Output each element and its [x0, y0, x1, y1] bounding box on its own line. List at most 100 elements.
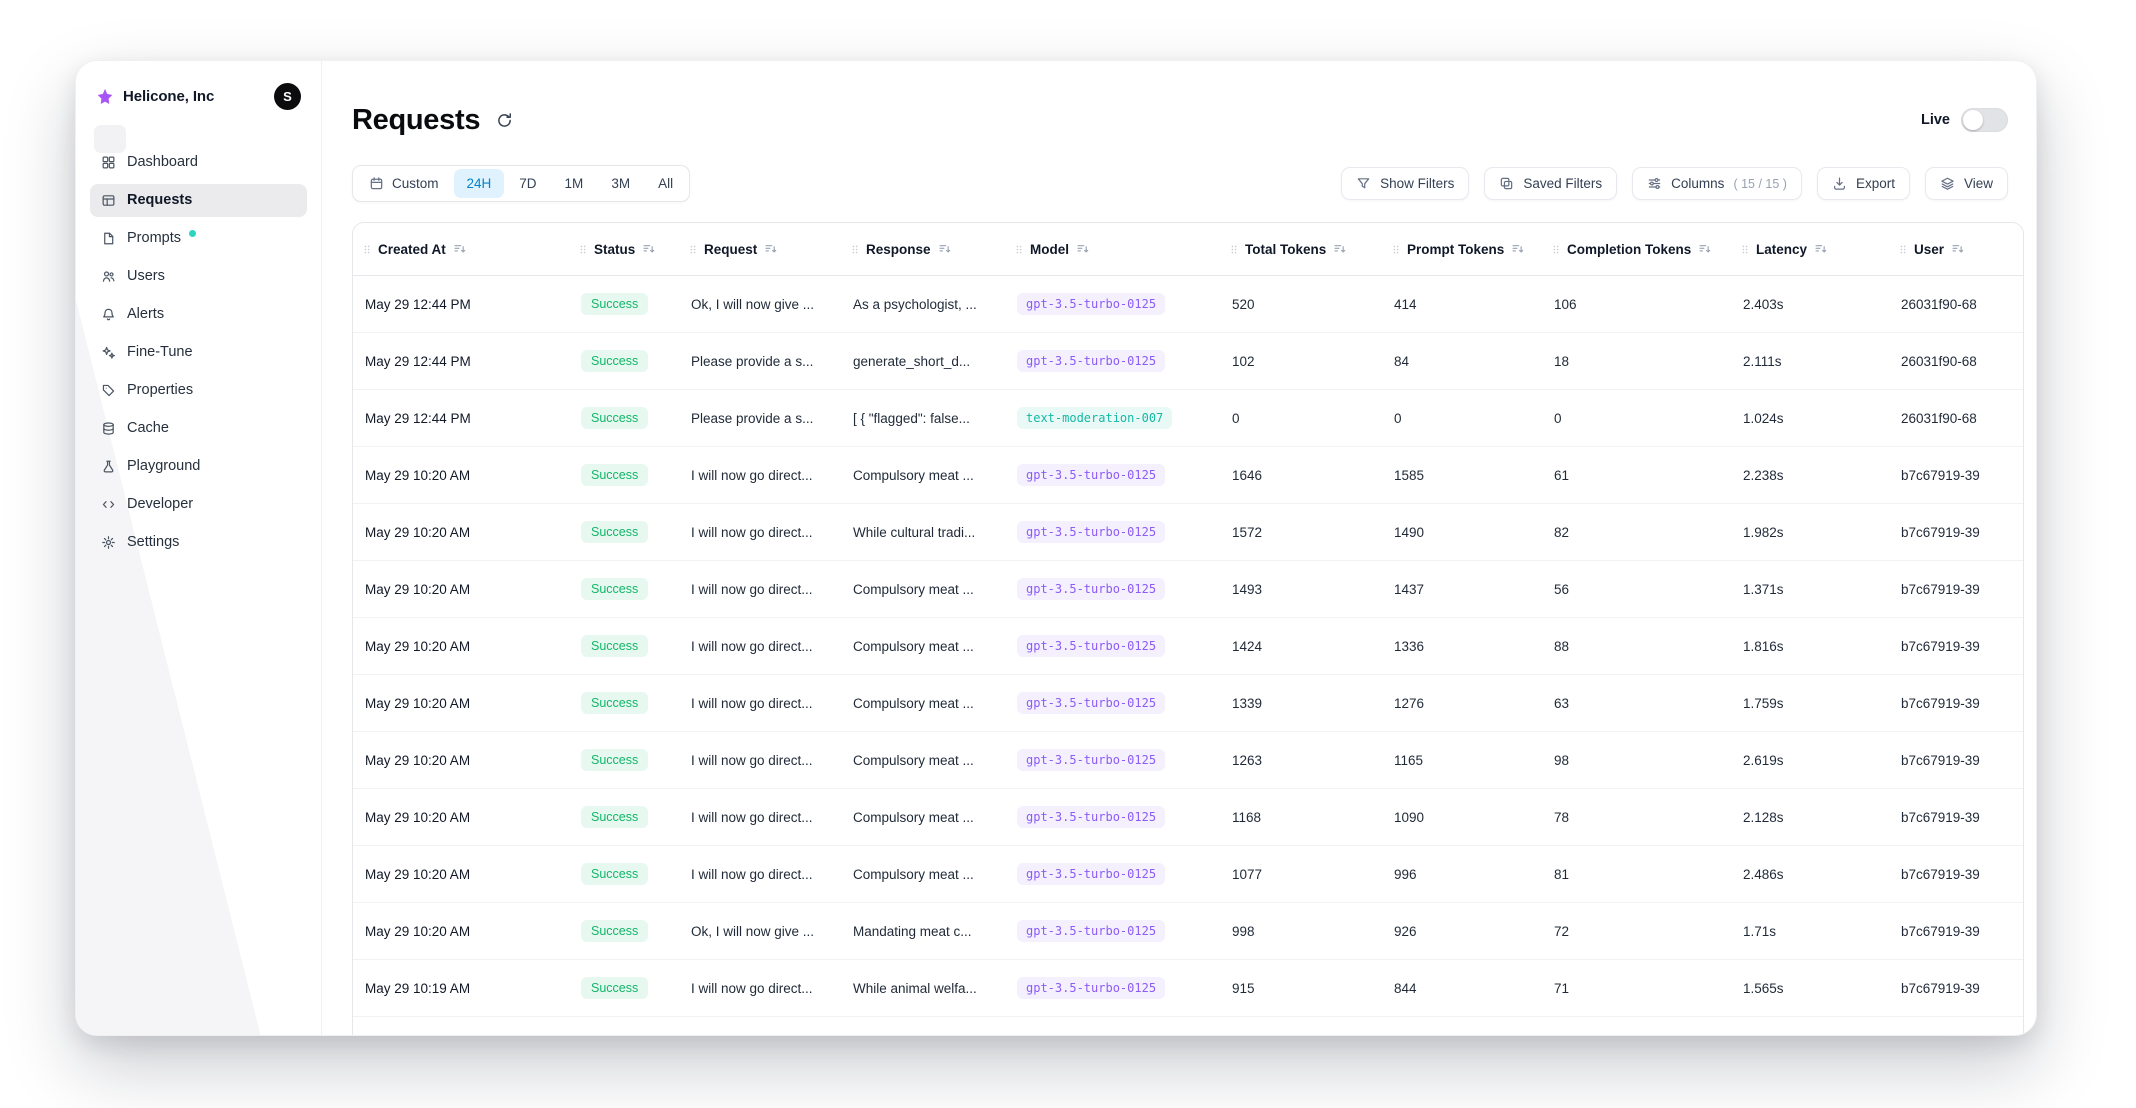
sidebar-item-label: Settings — [127, 535, 179, 550]
column-header-created-at[interactable]: Created At — [353, 242, 569, 257]
table-row[interactable]: May 29 10:20 AMSuccessI will now go dire… — [353, 732, 2023, 789]
table-header-row: Created AtStatus Request ResponseModel Tota… — [353, 223, 2023, 276]
model-badge: gpt-3.5-turbo-0125 — [1017, 293, 1165, 315]
view-button[interactable]: View — [1925, 167, 2008, 200]
cell-status: Success — [569, 578, 679, 600]
sidebar-item-settings[interactable]: Settings — [90, 526, 307, 559]
column-header-model[interactable]: Model — [1005, 242, 1220, 257]
sidebar-item-playground[interactable]: Playground — [90, 450, 307, 483]
range-tab-3m[interactable]: 3M — [598, 169, 643, 198]
table-row[interactable]: May 29 12:44 PMSuccessPlease provide a s… — [353, 333, 2023, 390]
drag-handle-icon[interactable] — [1899, 243, 1907, 256]
column-header-total-tokens[interactable]: Total Tokens — [1220, 242, 1382, 257]
model-badge: gpt-3.5-turbo-0125 — [1017, 977, 1165, 999]
cell-user: 26031f90-68 — [1889, 297, 2024, 312]
cell-user: b7c67919-39 — [1889, 981, 2024, 996]
column-label: Prompt Tokens — [1407, 242, 1504, 257]
column-header-prompt-tokens[interactable]: Prompt Tokens — [1382, 242, 1542, 257]
table-body: May 29 12:44 PMSuccessOk, I will now giv… — [353, 276, 2023, 1017]
cell-response: Compulsory meat ... — [841, 468, 1005, 483]
status-badge: Success — [581, 635, 648, 657]
table-row[interactable]: May 29 10:20 AMSuccessI will now go dire… — [353, 789, 2023, 846]
cell-created-at: May 29 10:19 AM — [353, 981, 569, 996]
layers-icon — [1940, 176, 1955, 191]
sidebar-item-prompts[interactable]: Prompts — [90, 222, 307, 255]
drag-handle-icon[interactable] — [689, 243, 697, 256]
cell-created-at: May 29 10:20 AM — [353, 639, 569, 654]
cell-latency: 2.111s — [1731, 354, 1889, 369]
table-row[interactable]: May 29 10:20 AMSuccessOk, I will now giv… — [353, 903, 2023, 960]
table-row[interactable]: May 29 10:19 AMSuccessI will now go dire… — [353, 960, 2023, 1017]
cell-status: Success — [569, 806, 679, 828]
table-row[interactable]: May 29 10:20 AMSuccessI will now go dire… — [353, 561, 2023, 618]
column-label: Request — [704, 242, 757, 257]
column-header-request[interactable]: Request — [679, 242, 841, 257]
table-row[interactable]: May 29 10:20 AMSuccessI will now go dire… — [353, 618, 2023, 675]
prompts-icon — [101, 231, 116, 246]
cell-model: gpt-3.5-turbo-0125 — [1005, 578, 1220, 600]
sidebar-item-cache[interactable]: Cache — [90, 412, 307, 445]
page-header: Requests Live — [352, 99, 2024, 141]
sidebar-item-developer[interactable]: Developer — [90, 488, 307, 521]
sidebar-item-dashboard[interactable]: Dashboard — [90, 146, 307, 179]
drag-handle-icon[interactable] — [851, 243, 859, 256]
export-button[interactable]: Export — [1817, 167, 1910, 200]
columns-button[interactable]: Columns ( 15 / 15 ) — [1632, 167, 1802, 200]
org-header: Helicone, Inc S — [90, 81, 307, 110]
table-row[interactable]: May 29 12:44 PMSuccessPlease provide a s… — [353, 390, 2023, 447]
table-row[interactable]: May 29 12:44 PMSuccessOk, I will now giv… — [353, 276, 2023, 333]
cell-completion-tokens: 63 — [1542, 696, 1731, 711]
status-badge: Success — [581, 920, 648, 942]
column-label: Total Tokens — [1245, 242, 1326, 257]
sort-icon — [764, 242, 778, 256]
table-row[interactable]: May 29 10:20 AMSuccessI will now go dire… — [353, 447, 2023, 504]
live-control: Live — [1921, 108, 2008, 132]
sort-icon — [453, 242, 467, 256]
range-tab-1m[interactable]: 1M — [552, 169, 597, 198]
copy-icon — [1499, 176, 1514, 191]
range-tab-24h[interactable]: 24H — [454, 169, 505, 198]
cell-response: While cultural tradi... — [841, 525, 1005, 540]
drag-handle-icon[interactable] — [1392, 243, 1400, 256]
drag-handle-icon[interactable] — [1015, 243, 1023, 256]
refresh-icon[interactable] — [496, 112, 513, 129]
cell-completion-tokens: 61 — [1542, 468, 1731, 483]
table-row[interactable]: May 29 10:20 AMSuccessI will now go dire… — [353, 846, 2023, 903]
drag-handle-icon[interactable] — [363, 243, 371, 256]
properties-icon — [101, 383, 116, 398]
cell-total-tokens: 102 — [1220, 354, 1382, 369]
custom-range-label: Custom — [392, 176, 439, 191]
column-header-completion-tokens[interactable]: Completion Tokens — [1542, 242, 1731, 257]
table-row[interactable]: May 29 10:20 AMSuccessI will now go dire… — [353, 675, 2023, 732]
sidebar-item-fine-tune[interactable]: Fine-Tune — [90, 336, 307, 369]
show-filters-button[interactable]: Show Filters — [1341, 167, 1469, 200]
column-header-latency[interactable]: Latency — [1731, 242, 1889, 257]
cell-user: b7c67919-39 — [1889, 525, 2024, 540]
sidebar-item-alerts[interactable]: Alerts — [90, 298, 307, 331]
model-badge: gpt-3.5-turbo-0125 — [1017, 464, 1165, 486]
cell-model: gpt-3.5-turbo-0125 — [1005, 521, 1220, 543]
cell-created-at: May 29 12:44 PM — [353, 297, 569, 312]
range-tab-7d[interactable]: 7D — [506, 169, 549, 198]
sidebar-item-properties[interactable]: Properties — [90, 374, 307, 407]
drag-handle-icon[interactable] — [1741, 243, 1749, 256]
table-row[interactable]: May 29 10:20 AMSuccessI will now go dire… — [353, 504, 2023, 561]
cell-response: [ { "flagged": false... — [841, 411, 1005, 426]
drag-handle-icon[interactable] — [1230, 243, 1238, 256]
range-tab-all[interactable]: All — [645, 169, 686, 198]
cell-total-tokens: 1168 — [1220, 810, 1382, 825]
notification-dot — [189, 230, 196, 237]
saved-filters-button[interactable]: Saved Filters — [1484, 167, 1617, 200]
column-header-status[interactable]: Status — [569, 242, 679, 257]
custom-range-button[interactable]: Custom — [356, 169, 452, 198]
main-panel: Requests Live Custom 24H7D1M3MAll — [322, 61, 2036, 1035]
sidebar-item-users[interactable]: Users — [90, 260, 307, 293]
live-toggle[interactable] — [1961, 108, 2008, 132]
drag-handle-icon[interactable] — [1552, 243, 1560, 256]
filter-icon — [1356, 176, 1371, 191]
sidebar-item-requests[interactable]: Requests — [90, 184, 307, 217]
column-header-user[interactable]: User — [1889, 242, 2024, 257]
drag-handle-icon[interactable] — [579, 243, 587, 256]
user-avatar[interactable]: S — [274, 83, 301, 110]
column-header-response[interactable]: Response — [841, 242, 1005, 257]
